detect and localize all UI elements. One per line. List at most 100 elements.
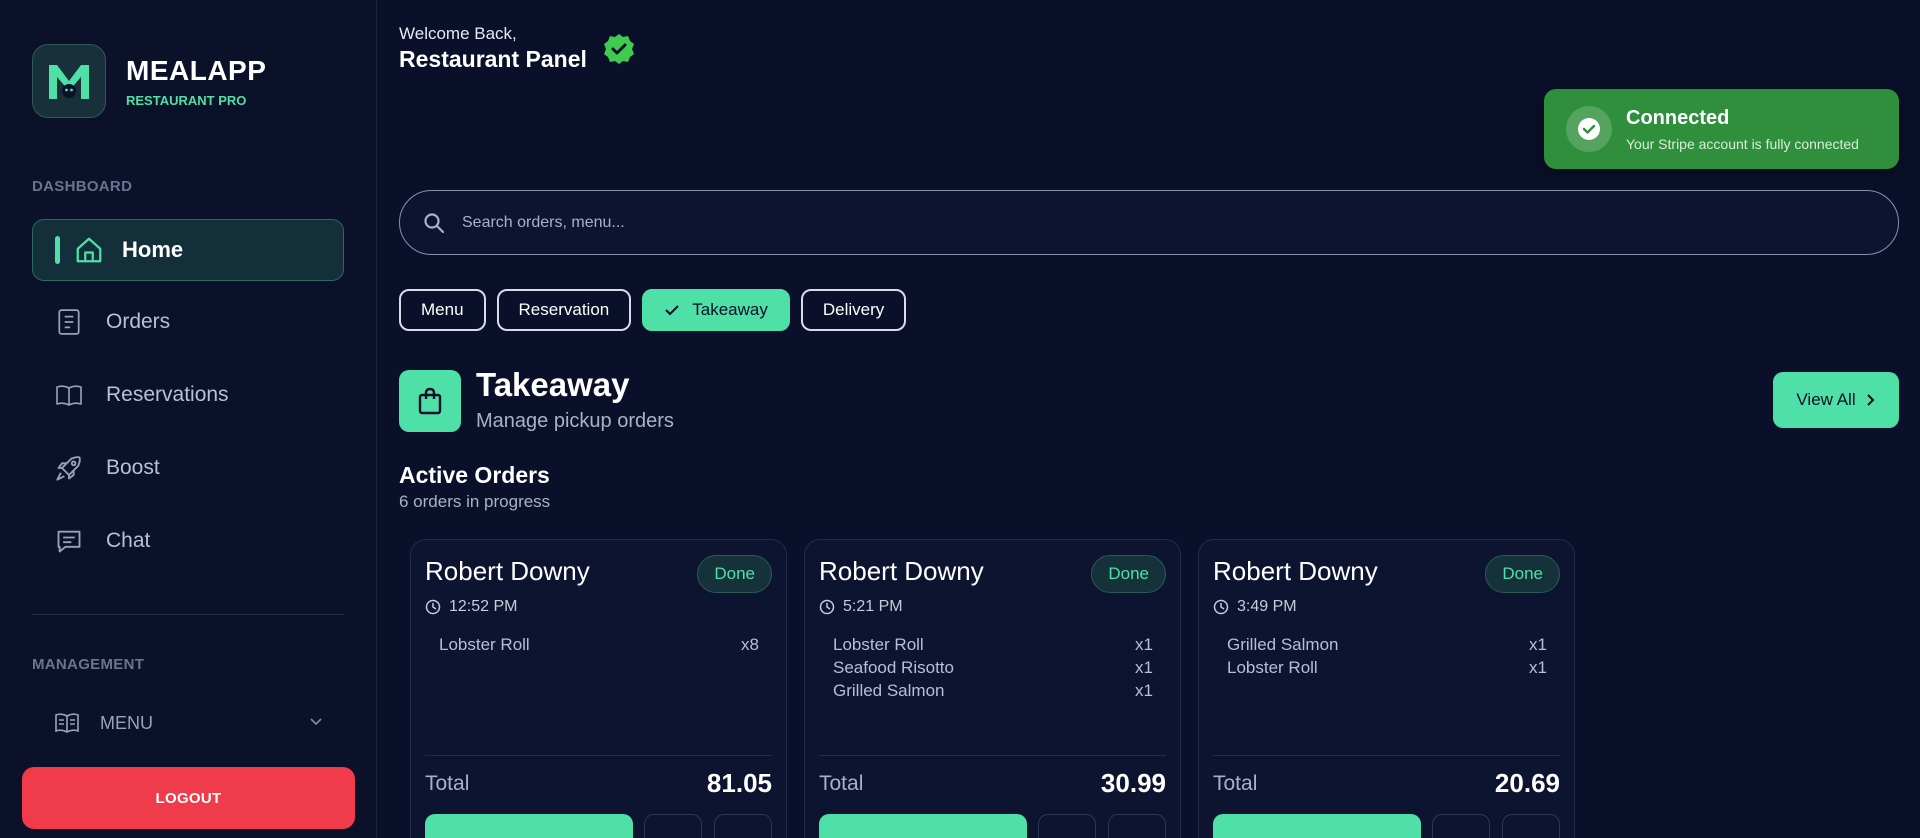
order-card[interactable]: Robert Downy Done 3:49 PM Grilled Salmon… xyxy=(1198,539,1575,838)
sidebar: MEALAPP RESTAURANT PRO DASHBOARD Home Or… xyxy=(0,0,377,838)
verified-badge-icon xyxy=(602,32,636,66)
sidebar-divider xyxy=(32,614,344,615)
list-item: Lobster Roll x1 xyxy=(833,635,1153,658)
connected-toast: Connected Your Stripe account is fully c… xyxy=(1544,89,1899,169)
section-subtitle: Manage pickup orders xyxy=(476,410,674,432)
filter-chips: Menu Reservation Takeaway Delivery xyxy=(399,289,917,331)
sidebar-menu-dropdown[interactable]: MENU xyxy=(54,708,324,738)
status-badge: Done xyxy=(1485,555,1560,593)
order-more-button[interactable] xyxy=(1108,814,1166,838)
card-divider xyxy=(1213,755,1560,756)
check-circle-icon xyxy=(1566,106,1612,152)
total-label: Total xyxy=(819,772,864,795)
search-icon xyxy=(422,211,446,235)
item-qty: x8 xyxy=(741,635,759,654)
order-items: Grilled Salmon x1 Lobster Roll x1 xyxy=(1227,635,1547,681)
logout-button[interactable]: LOGOUT xyxy=(22,767,355,829)
order-secondary-button[interactable] xyxy=(1432,814,1490,838)
list-item: Seafood Risotto x1 xyxy=(833,658,1153,681)
order-primary-button[interactable] xyxy=(819,814,1027,838)
page-title: Restaurant Panel xyxy=(399,46,587,72)
item-name: Grilled Salmon xyxy=(1227,635,1339,654)
order-time: 5:21 PM xyxy=(819,598,903,616)
chevron-down-icon xyxy=(308,713,324,734)
list-item: Grilled Salmon x1 xyxy=(1227,635,1547,658)
order-time: 3:49 PM xyxy=(1213,598,1297,616)
book-icon xyxy=(54,380,84,410)
filter-chip-reservation[interactable]: Reservation xyxy=(496,289,632,331)
filter-chip-delivery[interactable]: Delivery xyxy=(800,289,907,331)
dashboard-section-label: DASHBOARD xyxy=(32,178,133,195)
view-all-label: View All xyxy=(1796,390,1856,409)
card-divider xyxy=(819,755,1166,756)
sidebar-item-label: Reservations xyxy=(106,383,229,406)
sidebar-item-chat[interactable]: Chat xyxy=(32,510,344,572)
chip-label: Reservation xyxy=(518,300,610,319)
section-title: Takeaway xyxy=(476,366,630,403)
sidebar-item-label: Chat xyxy=(106,529,151,552)
order-primary-button[interactable] xyxy=(425,814,633,838)
item-qty: x1 xyxy=(1529,658,1547,677)
item-name: Seafood Risotto xyxy=(833,658,954,677)
search-bar[interactable] xyxy=(399,190,1899,255)
active-indicator xyxy=(55,236,60,264)
status-badge: Done xyxy=(697,555,772,593)
chip-label: Menu xyxy=(421,300,464,319)
order-more-button[interactable] xyxy=(1502,814,1560,838)
toast-message: Your Stripe account is fully connected xyxy=(1626,135,1859,152)
chip-label: Delivery xyxy=(822,300,885,319)
order-secondary-button[interactable] xyxy=(644,814,702,838)
view-all-button[interactable]: View All xyxy=(1773,372,1899,428)
chevron-right-icon xyxy=(1864,393,1876,407)
sidebar-item-label: Boost xyxy=(106,456,160,479)
order-secondary-button[interactable] xyxy=(1038,814,1096,838)
order-items: Lobster Roll x8 xyxy=(439,635,759,658)
customer-name: Robert Downy xyxy=(1213,556,1378,586)
filter-chip-takeaway[interactable]: Takeaway xyxy=(642,289,790,331)
management-section-label: MANAGEMENT xyxy=(32,656,145,673)
item-qty: x1 xyxy=(1135,681,1153,700)
clock-icon xyxy=(1213,599,1229,615)
list-item: Lobster Roll x8 xyxy=(439,635,759,658)
order-card[interactable]: Robert Downy Done 12:52 PM Lobster Roll x… xyxy=(410,539,787,838)
brand-name: MEALAPP xyxy=(126,54,267,86)
order-time: 12:52 PM xyxy=(425,598,517,616)
clock-icon xyxy=(425,599,441,615)
search-input[interactable] xyxy=(462,213,1862,232)
item-name: Lobster Roll xyxy=(439,635,530,654)
customer-name: Robert Downy xyxy=(819,556,984,586)
order-primary-button[interactable] xyxy=(1213,814,1421,838)
sidebar-item-orders[interactable]: Orders xyxy=(32,291,344,353)
item-name: Lobster Roll xyxy=(833,635,924,654)
filter-chip-menu[interactable]: Menu xyxy=(399,289,486,331)
card-divider xyxy=(425,755,772,756)
toast-title: Connected xyxy=(1626,106,1730,129)
brand-subtitle: RESTAURANT PRO xyxy=(126,92,247,108)
menu-label: MENU xyxy=(100,712,153,733)
item-qty: x1 xyxy=(1135,658,1153,677)
item-name: Grilled Salmon xyxy=(833,681,945,700)
check-icon xyxy=(664,303,680,317)
menu-book-icon xyxy=(54,710,80,736)
receipt-icon xyxy=(54,307,84,337)
item-qty: x1 xyxy=(1529,635,1547,654)
item-qty: x1 xyxy=(1135,635,1153,654)
clock-icon xyxy=(819,599,835,615)
total-label: Total xyxy=(425,772,470,795)
order-time-text: 12:52 PM xyxy=(449,598,518,615)
sidebar-item-reservations[interactable]: Reservations xyxy=(32,364,344,426)
brand[interactable]: MEALAPP RESTAURANT PRO xyxy=(32,44,266,118)
sidebar-item-boost[interactable]: Boost xyxy=(32,437,344,499)
home-icon xyxy=(74,235,104,265)
list-item: Grilled Salmon x1 xyxy=(833,681,1153,704)
order-card[interactable]: Robert Downy Done 5:21 PM Lobster Roll x1… xyxy=(804,539,1181,838)
chat-icon xyxy=(54,526,84,556)
shopping-bag-icon xyxy=(399,370,461,432)
status-badge: Done xyxy=(1091,555,1166,593)
order-more-button[interactable] xyxy=(714,814,772,838)
chip-label: Takeaway xyxy=(692,300,768,319)
sidebar-item-home[interactable]: Home xyxy=(32,219,344,281)
order-time-text: 3:49 PM xyxy=(1237,598,1297,615)
rocket-icon xyxy=(54,453,84,483)
order-time-text: 5:21 PM xyxy=(843,598,903,615)
